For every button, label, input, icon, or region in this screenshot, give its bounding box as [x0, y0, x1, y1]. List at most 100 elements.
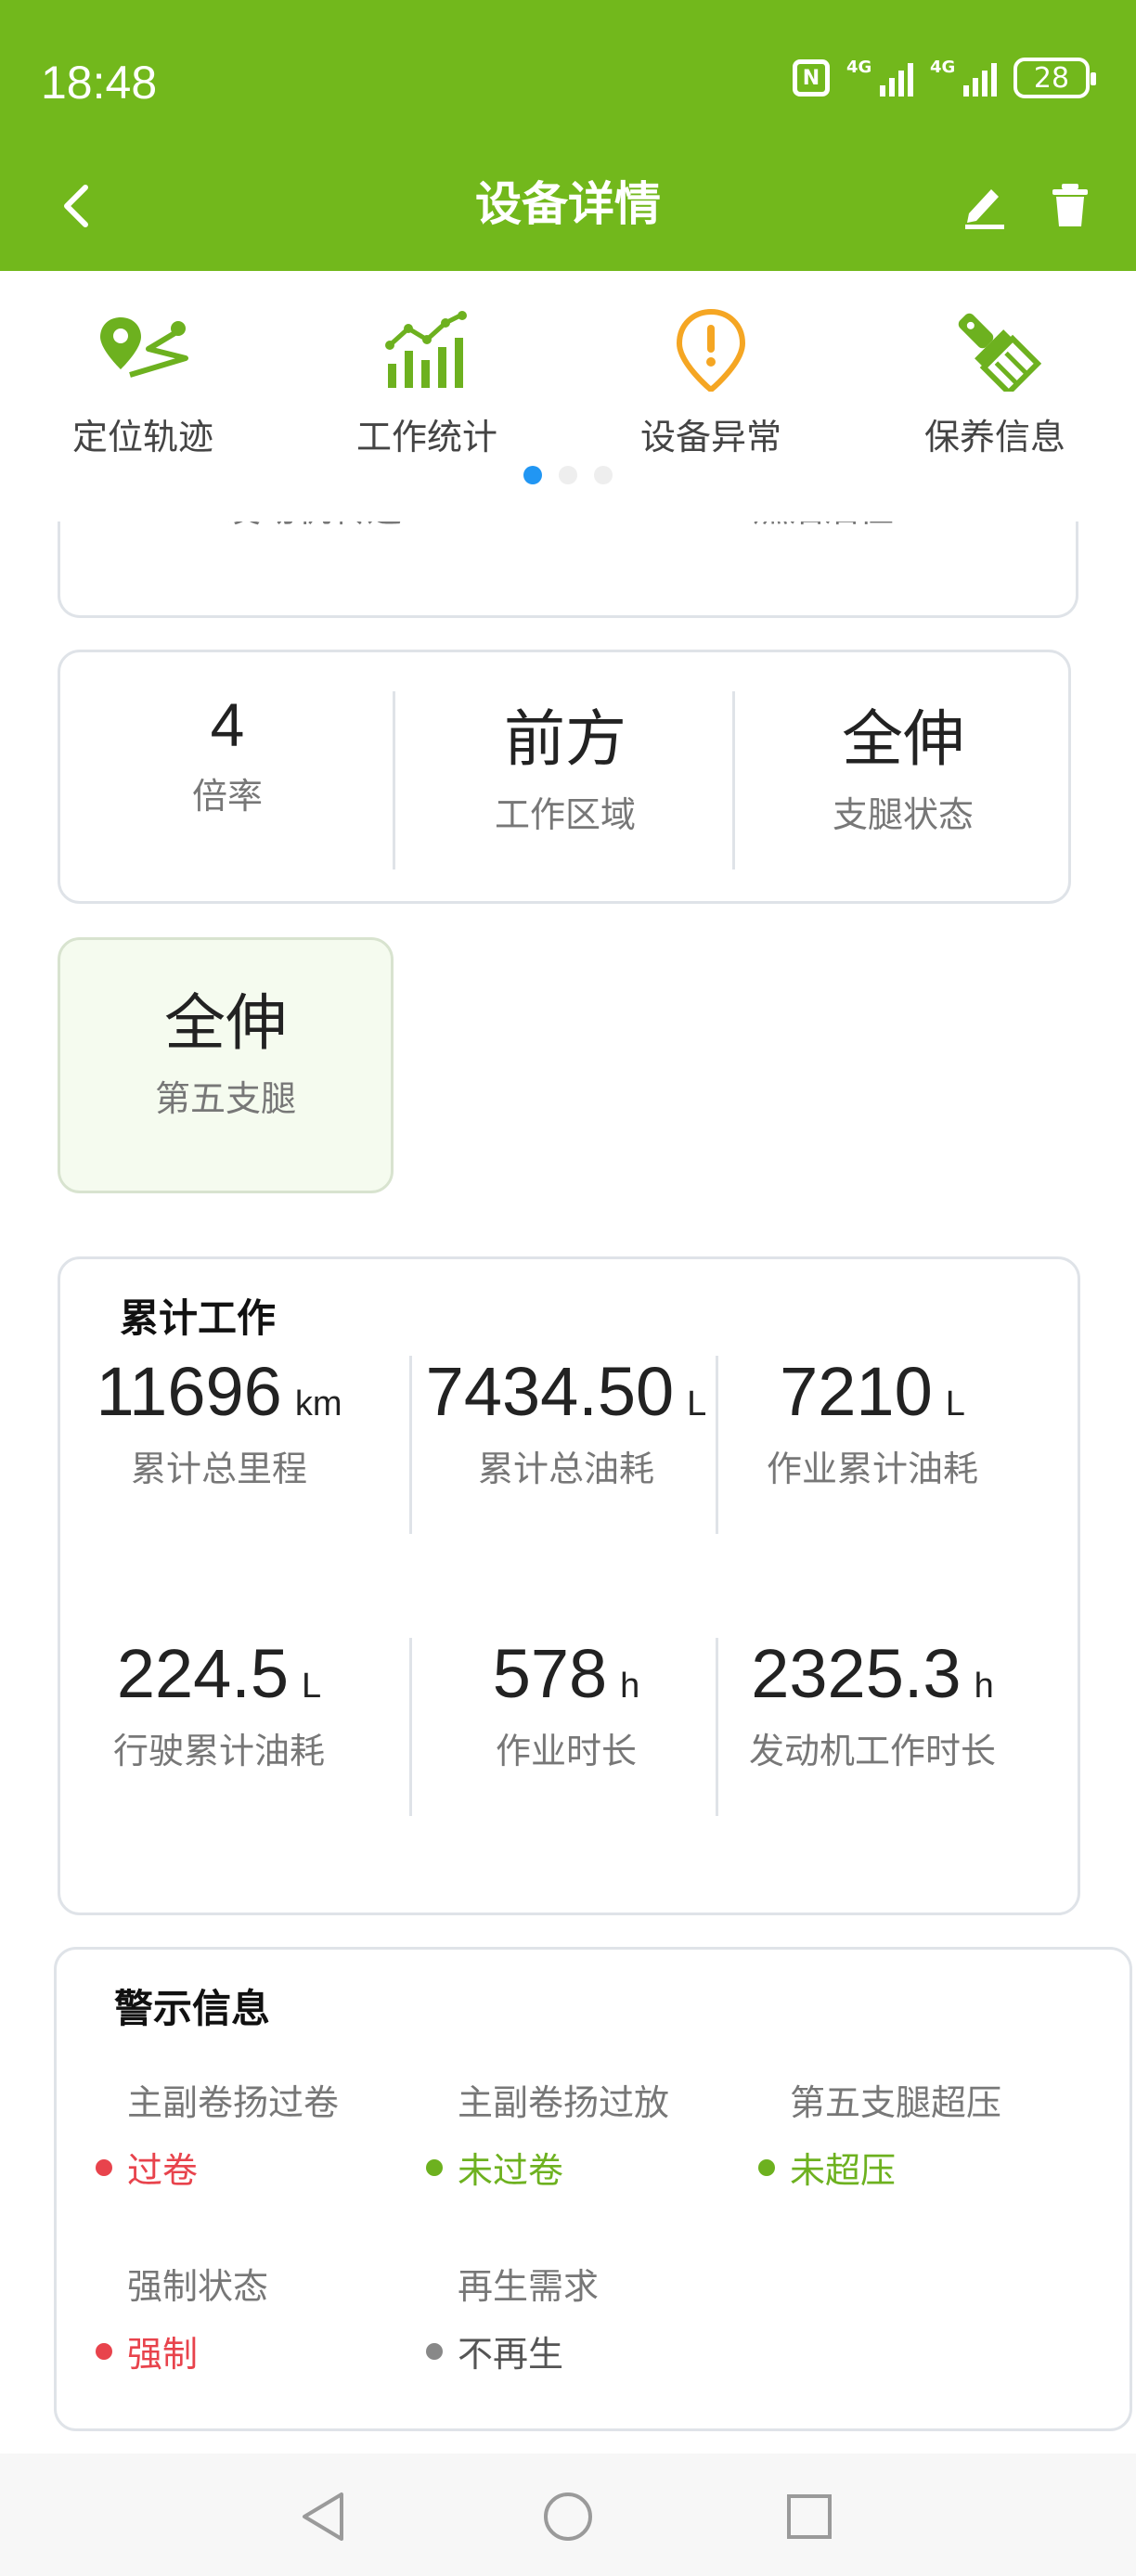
warning-title: 警示信息	[114, 1986, 271, 2031]
signal-icon: 4G	[930, 58, 997, 97]
rate-label: 倍率	[191, 776, 263, 817]
signal-label: 4G	[846, 58, 872, 77]
outrigger-value: 全伸	[842, 704, 964, 773]
warning-status: 未超压	[758, 2142, 1074, 2193]
warning-item: 主副卷扬过放 未过卷	[426, 2074, 742, 2193]
cum-unit: L	[945, 1385, 965, 1423]
menu-label: 设备异常	[639, 417, 781, 457]
menu-item-location-track[interactable]: 定位轨迹	[32, 308, 254, 459]
cum-item: 224.5 L 行驶累计油耗	[66, 1634, 372, 1773]
warning-value: 强制	[127, 2334, 199, 2375]
cum-value: 224.5	[116, 1635, 290, 1712]
cum-item: 11696 km 累计总里程	[66, 1352, 372, 1491]
warning-label: 主副卷扬过放	[458, 2082, 670, 2123]
status-dot	[758, 2158, 775, 2176]
divider	[716, 1356, 718, 1534]
nav-home-icon[interactable]	[540, 2489, 596, 2544]
cum-item: 578 h 作业时长	[413, 1634, 719, 1773]
battery-icon: 28	[1013, 58, 1096, 98]
signal-icon: 4G	[846, 58, 913, 97]
brush-icon	[958, 313, 1041, 392]
cum-label: 作业时长	[495, 1731, 637, 1771]
menu-item-maintenance[interactable]: 保养信息	[884, 308, 1106, 459]
warning-status: 未过卷	[426, 2142, 742, 2193]
status-bar: 18:48 N 4G 4G 28	[0, 0, 1136, 167]
cum-value: 578	[492, 1635, 608, 1712]
page-dot	[559, 466, 577, 484]
cum-unit: h	[620, 1667, 640, 1706]
page-dot	[594, 466, 613, 484]
cum-value: 2325.3	[751, 1635, 962, 1712]
status-dot	[426, 2342, 443, 2360]
cum-label: 发动机工作时长	[748, 1731, 996, 1771]
location-track-icon	[100, 317, 188, 378]
cum-item: 7434.50 L 累计总油耗	[413, 1352, 719, 1491]
menu-label: 保养信息	[923, 417, 1065, 457]
cum-value: 7210	[780, 1353, 933, 1430]
warning-value: 过卷	[127, 2150, 199, 2191]
warning-item: 再生需求 不再生	[426, 2258, 742, 2376]
cum-label: 行驶累计油耗	[112, 1731, 325, 1771]
status-dot	[96, 2158, 112, 2176]
cum-unit: km	[294, 1385, 342, 1423]
work-area-stat: 前方 工作区域	[398, 689, 732, 837]
fifth-leg-value: 全伸	[164, 988, 287, 1057]
divider	[409, 1638, 412, 1816]
work-status-card: 4 倍率 前方 工作区域 全伸 支腿状态	[58, 650, 1071, 904]
warning-label: 主副卷扬过卷	[127, 2082, 340, 2123]
cum-label: 累计总油耗	[477, 1449, 654, 1489]
menu-label: 工作统计	[355, 417, 497, 457]
trash-icon	[1052, 184, 1088, 226]
work-area-value: 前方	[504, 704, 626, 773]
warning-status: 强制	[96, 2325, 411, 2376]
warning-item: 第五支腿超压 未超压	[758, 2074, 1074, 2193]
outrigger-label: 支腿状态	[832, 794, 974, 835]
warning-value: 不再生	[458, 2334, 564, 2375]
menu-item-work-stats[interactable]: 工作统计	[316, 308, 538, 459]
warning-status: 不再生	[426, 2325, 742, 2376]
warning-info-card: 警示信息 主副卷扬过卷 过卷 主副卷扬过放 未过卷 第五支腿超压 未超压 强制状…	[54, 1947, 1132, 2431]
warning-item: 强制状态 强制	[96, 2258, 411, 2376]
warning-label: 强制状态	[127, 2266, 269, 2307]
warning-value: 未过卷	[458, 2150, 564, 2191]
divider	[716, 1638, 718, 1816]
cumulative-work-card: 累计工作 11696 km 累计总里程 7434.50 L 累计总油耗 7210 L …	[58, 1256, 1080, 1915]
divider	[732, 691, 735, 869]
status-dot	[96, 2342, 112, 2360]
outrigger-stat: 全伸 支腿状态	[736, 689, 1070, 837]
cum-unit: L	[302, 1667, 322, 1706]
cum-label: 作业累计油耗	[766, 1449, 978, 1489]
pencil-icon	[965, 189, 1004, 229]
cum-unit: L	[687, 1385, 707, 1423]
alert-icon	[676, 308, 746, 392]
divider	[393, 691, 395, 869]
page-dot-active	[523, 466, 542, 484]
warning-item: 主副卷扬过卷 过卷	[96, 2074, 411, 2193]
delete-button[interactable]	[1049, 178, 1091, 230]
cum-value: 7434.50	[425, 1353, 675, 1430]
cumulative-title: 累计工作	[120, 1295, 277, 1341]
status-icons: N 4G 4G 28	[793, 58, 1096, 98]
status-dot	[426, 2158, 443, 2176]
warning-value: 未超压	[790, 2150, 897, 2191]
menu-label: 定位轨迹	[71, 417, 213, 457]
nav-recents-icon[interactable]	[781, 2489, 837, 2544]
function-menu: 定位轨迹 工作统计 设备异常 保养信息	[0, 271, 1136, 522]
warning-label: 第五支腿超压	[790, 2082, 1002, 2123]
fifth-leg-stat: 全伸 第五支腿	[60, 973, 391, 1121]
warning-label: 再生需求	[458, 2266, 600, 2307]
signal-label: 4G	[930, 58, 956, 77]
cum-unit: h	[974, 1667, 994, 1706]
nav-back-icon[interactable]	[297, 2489, 353, 2544]
status-time: 18:48	[41, 57, 158, 109]
cum-item: 7210 L 作业累计油耗	[719, 1352, 1026, 1491]
bar-chart-icon	[385, 311, 467, 388]
menu-item-device-alerts[interactable]: 设备异常	[600, 308, 822, 459]
page-indicator	[523, 466, 613, 484]
cum-item: 2325.3 h 发动机工作时长	[719, 1634, 1026, 1773]
cum-value: 11696	[96, 1353, 282, 1430]
rate-stat: 4 倍率	[60, 689, 394, 818]
cum-label: 累计总里程	[130, 1449, 307, 1489]
divider	[409, 1356, 412, 1534]
edit-button[interactable]	[962, 178, 1008, 230]
